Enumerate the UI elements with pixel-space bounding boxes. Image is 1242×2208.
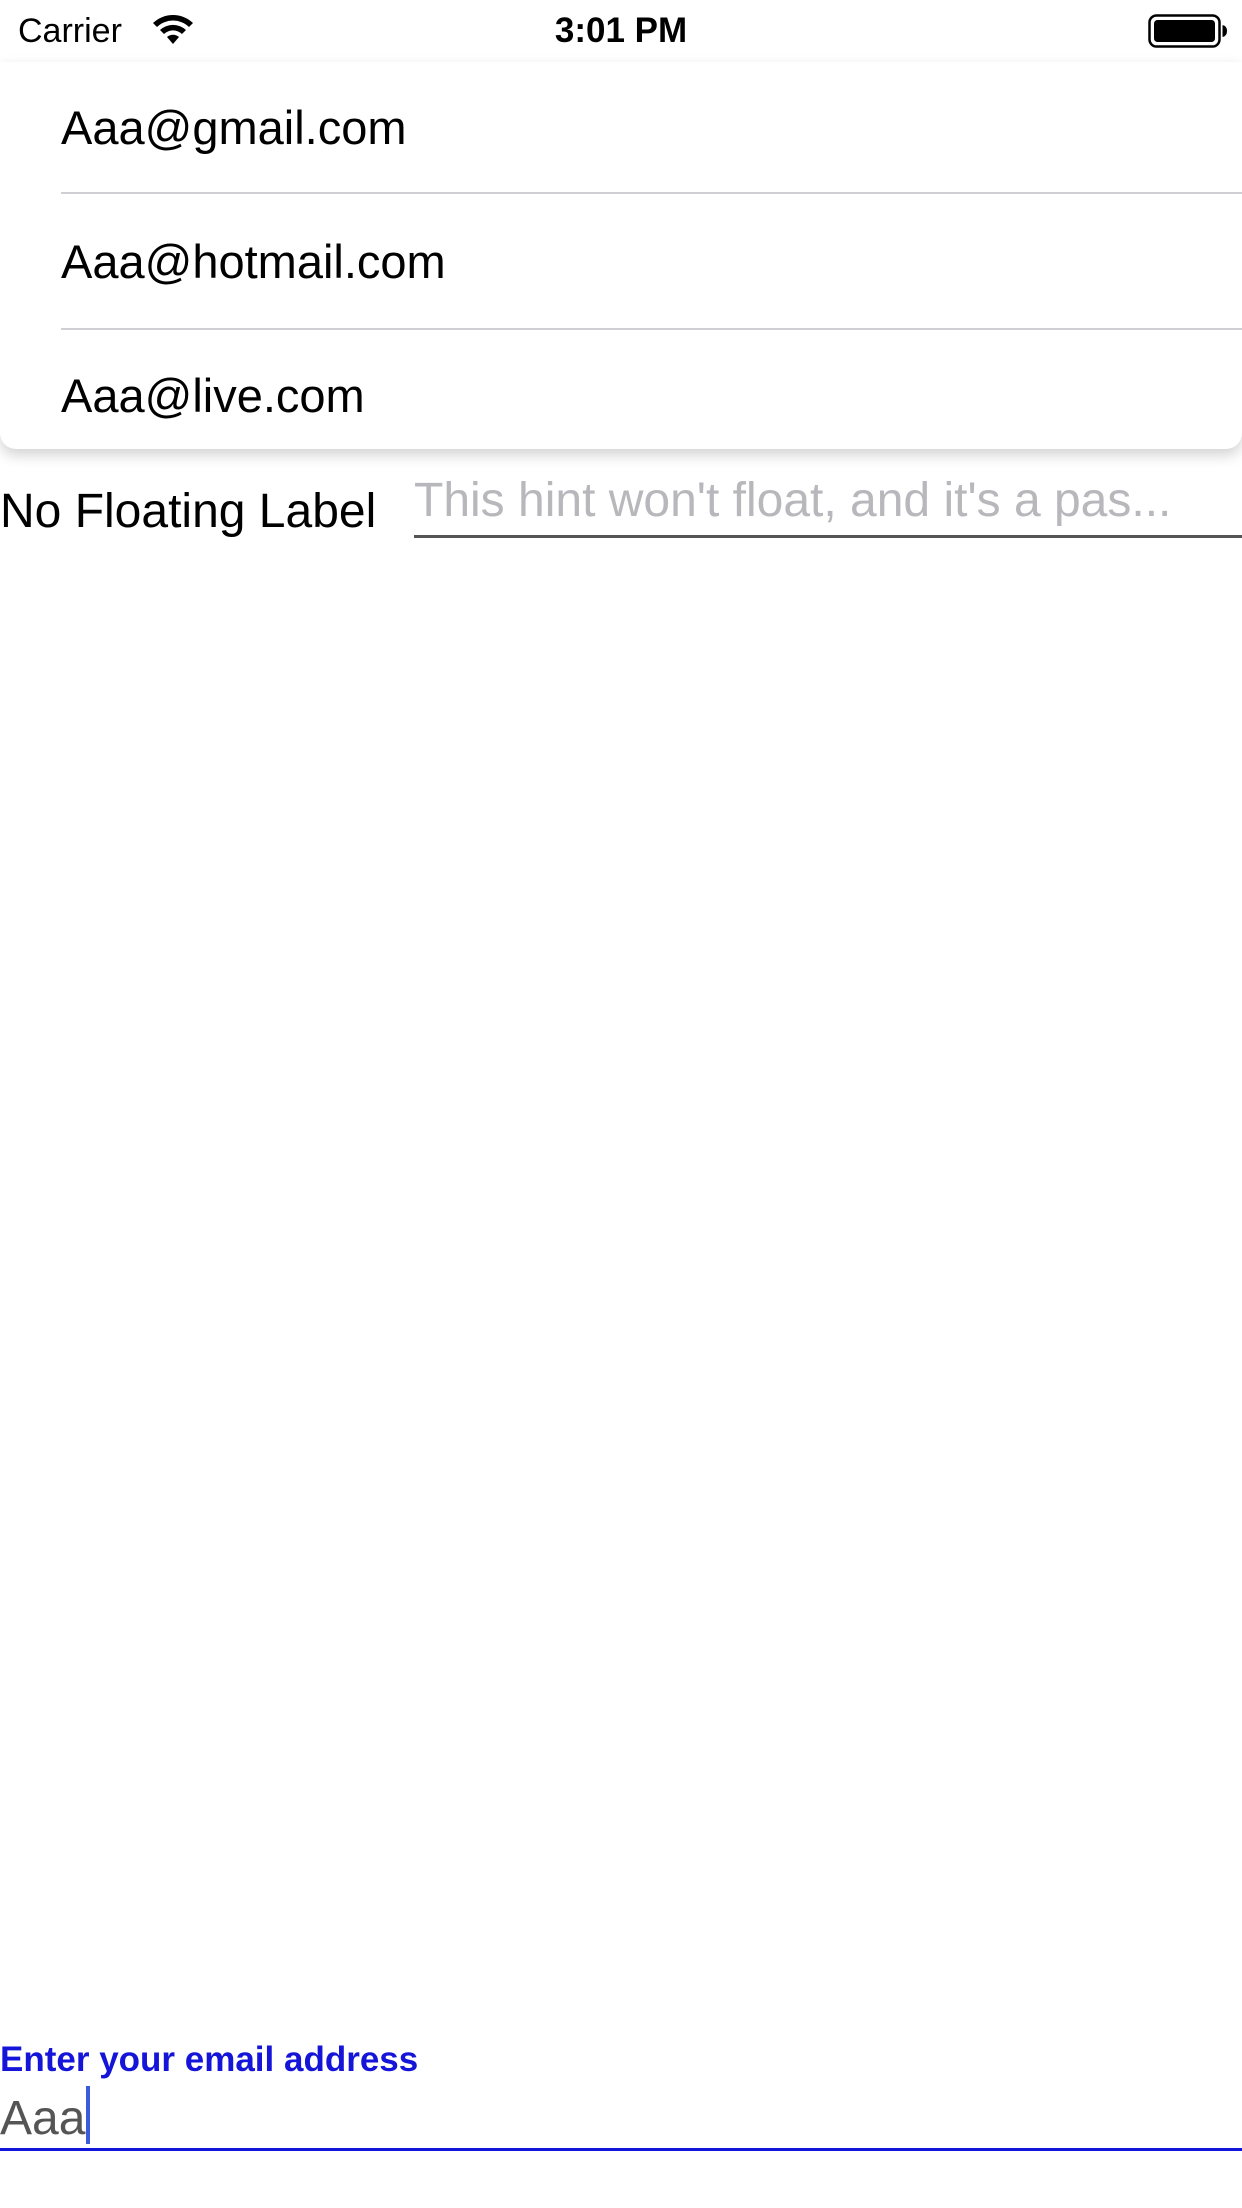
suggestion-item[interactable]: Aaa@gmail.com xyxy=(0,62,1242,196)
suggestion-label: Aaa@live.com xyxy=(61,369,365,422)
suggestion-label: Aaa@gmail.com xyxy=(61,101,407,154)
screen: Carrier 3:01 PM Aaa@gmail.com Aaa@hotmai… xyxy=(0,0,1242,2208)
email-suggestions-dropdown: Aaa@gmail.com Aaa@hotmail.com Aaa@live.c… xyxy=(0,62,1242,449)
suggestion-item[interactable]: Aaa@hotmail.com xyxy=(0,196,1242,330)
status-time: 3:01 PM xyxy=(554,11,688,50)
suggestion-item[interactable]: Aaa@live.com xyxy=(0,330,1242,464)
suggestion-label: Aaa@hotmail.com xyxy=(61,235,446,288)
text-caret xyxy=(86,2086,91,2144)
battery-icon xyxy=(1148,14,1227,48)
suggestion-divider xyxy=(61,192,1242,194)
no-floating-label: No Floating Label xyxy=(0,485,377,538)
email-value-text: Aaa xyxy=(0,2092,86,2145)
email-input[interactable]: Aaa xyxy=(0,2084,1242,2151)
email-floating-label: Enter your email address xyxy=(0,2040,419,2079)
status-bar: Carrier 3:01 PM xyxy=(0,0,1242,62)
email-input-value: Aaa xyxy=(0,2086,91,2147)
email-field[interactable]: Enter your email address Aaa xyxy=(0,2036,1242,2151)
no-floating-password-input[interactable] xyxy=(414,466,1242,538)
